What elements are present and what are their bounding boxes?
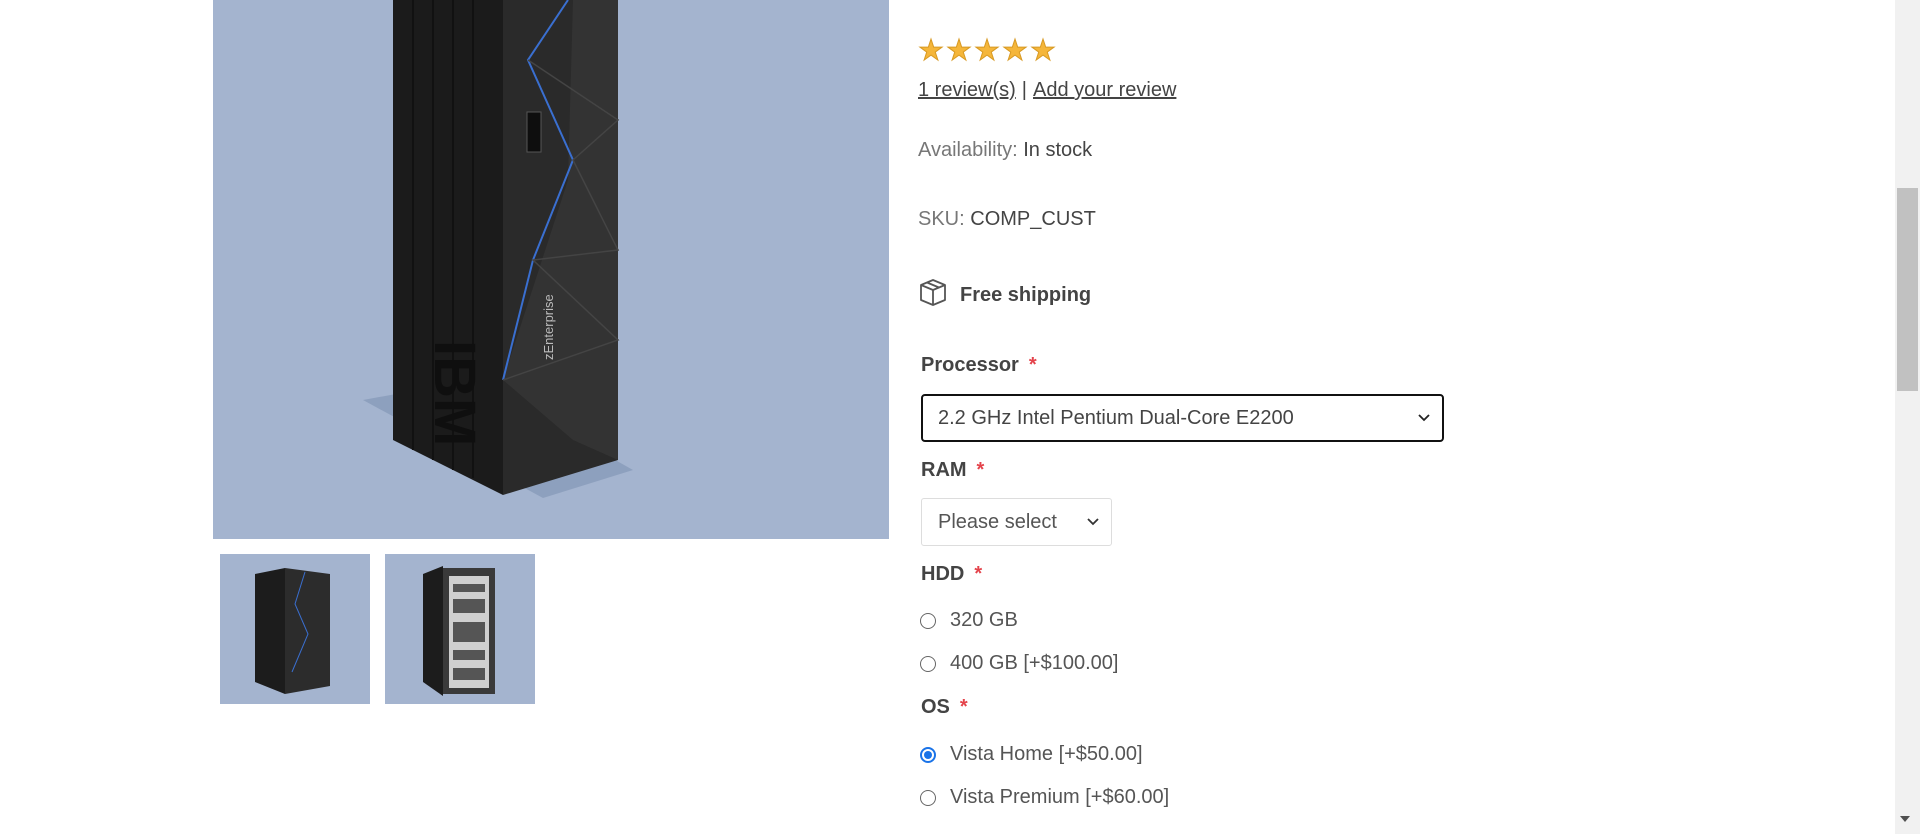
os-option-label: Vista Home [+$50.00] [950,743,1143,765]
chevron-down-icon [1418,414,1430,422]
processor-selected-value: 2.2 GHz Intel Pentium Dual-Core E2200 [938,406,1294,429]
os-label: OS * [921,696,968,719]
ram-select[interactable]: Please select [921,498,1112,546]
star-icon: ★ [918,35,945,67]
os-option-vista-home[interactable]: Vista Home [+$50.00] [920,743,1143,766]
scrollbar-track[interactable] [1895,0,1920,834]
os-label-text: OS [921,696,950,718]
required-mark: * [959,696,968,718]
ram-selected-value: Please select [938,510,1057,533]
star-icon: ★ [974,35,1001,67]
sku-label: SKU: [918,208,965,230]
hdd-label: HDD * [921,563,982,586]
required-mark: * [1028,354,1037,376]
thumbnail-open[interactable] [385,554,535,704]
free-shipping-label: Free shipping [960,283,1092,306]
svg-text:zEnterprise: zEnterprise [541,294,556,360]
processor-select[interactable]: 2.2 GHz Intel Pentium Dual-Core E2200 [921,394,1444,442]
radio-button-checked[interactable] [920,746,936,763]
reviews-count-link[interactable]: 1 review(s) [918,79,1016,101]
processor-label-text: Processor [921,354,1019,376]
radio-button[interactable] [920,655,936,672]
sku: SKU: COMP_CUST [918,208,1096,231]
hdd-option-320[interactable]: 320 GB [920,609,1018,632]
free-shipping: Free shipping [918,277,1091,313]
star-icon: ★ [1002,35,1029,67]
required-mark: * [974,563,983,585]
rating-stars: ★ ★ ★ ★ ★ [918,35,1057,67]
os-option-label: Vista Premium [+$60.00] [950,786,1170,808]
thumbnail-mainframe-open [423,566,495,696]
mainframe-illustration: zEnterprise IBM [363,0,633,498]
availability: Availability: In stock [918,139,1092,162]
add-review-link[interactable]: Add your review [1033,79,1176,101]
availability-label: Availability: [918,139,1018,161]
scroll-down-arrow-icon[interactable] [1900,816,1910,822]
availability-value: In stock [1023,139,1093,161]
hdd-option-400[interactable]: 400 GB [+$100.00] [920,652,1118,675]
review-separator: | [1021,79,1027,101]
svg-text:IBM: IBM [422,340,487,446]
processor-label: Processor * [921,354,1037,377]
sku-value: COMP_CUST [970,208,1096,230]
os-option-vista-premium[interactable]: Vista Premium [+$60.00] [920,786,1169,809]
ram-label: RAM * [921,459,984,482]
thumbnail-front[interactable] [220,554,370,704]
thumbnail-mainframe-front [255,568,330,694]
radio-button[interactable] [920,612,936,629]
hdd-label-text: HDD [921,563,965,585]
review-links: 1 review(s) | Add your review [918,79,1176,102]
ram-label-text: RAM [921,459,967,481]
scrollbar-thumb[interactable] [1897,188,1918,391]
hdd-option-label: 320 GB [950,609,1018,631]
hdd-option-label: 400 GB [+$100.00] [950,652,1119,674]
star-icon: ★ [946,35,973,67]
package-icon [918,277,948,313]
chevron-down-icon [1087,518,1099,526]
radio-button[interactable] [920,789,936,806]
star-icon: ★ [1030,35,1057,67]
required-mark: * [976,459,985,481]
product-main-image[interactable]: zEnterprise IBM [213,0,889,539]
